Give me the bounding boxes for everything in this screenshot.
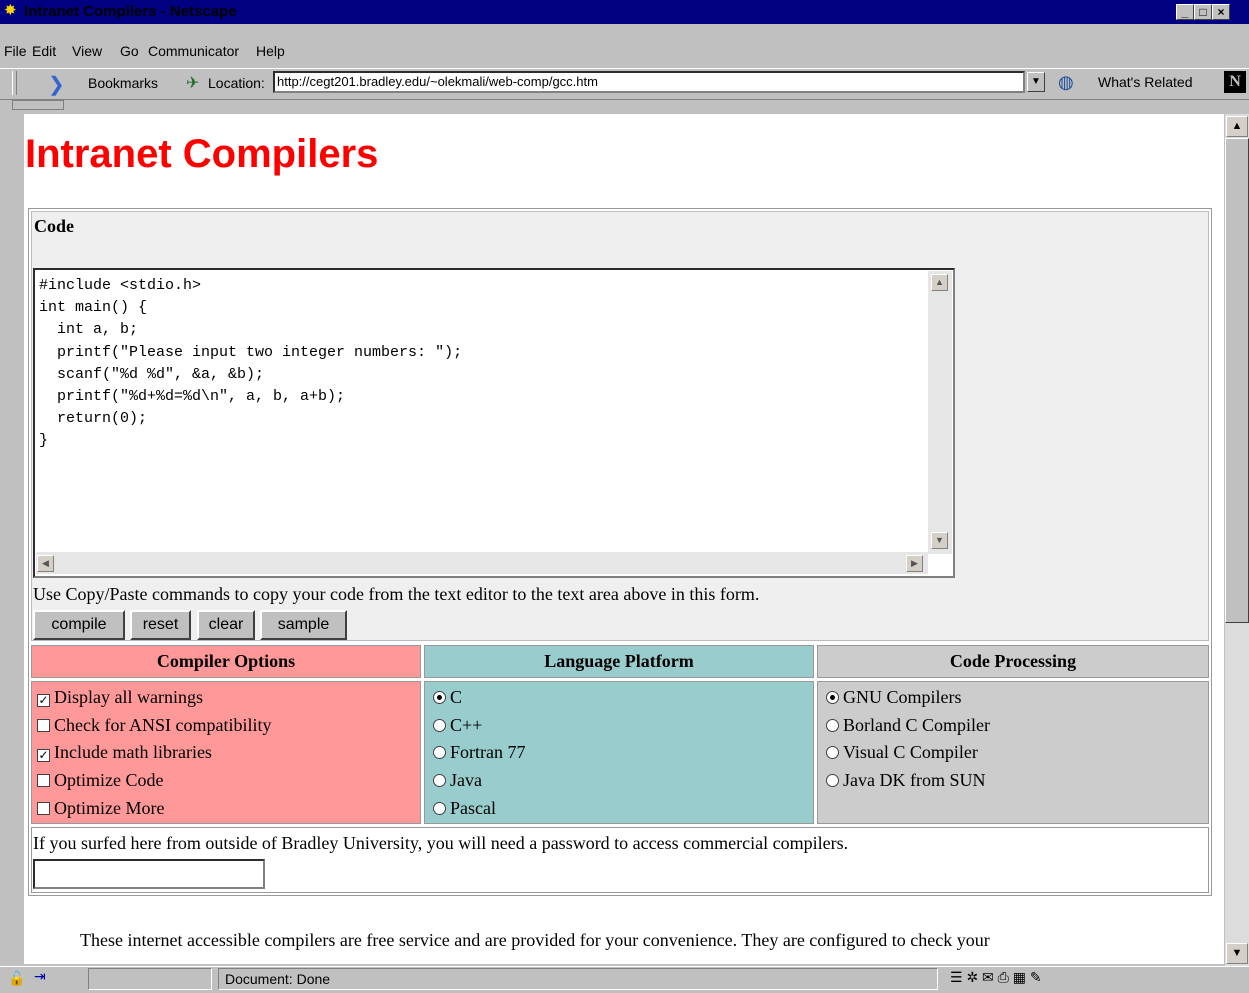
option-ansi-check[interactable]: Check for ANSI compatibility: [37, 715, 271, 735]
status-text: Document: Done: [218, 968, 938, 990]
taskbar-icons[interactable]: ☰ ✲ ✉ ⎙ ▦ ✎: [950, 969, 1042, 986]
connection-icon: ⇥: [34, 968, 46, 984]
bookmarks-button[interactable]: Bookmarks: [88, 75, 158, 91]
language-platform-header: Language Platform: [424, 645, 814, 678]
progress-bar: [88, 968, 212, 990]
checkbox-icon[interactable]: [37, 774, 50, 787]
security-lock-icon[interactable]: 🔓: [8, 970, 25, 987]
disclaimer-text: These internet accessible compilers are …: [80, 930, 990, 950]
scroll-down-icon[interactable]: ▼: [931, 532, 948, 549]
checkbox-checked-icon[interactable]: ✓: [37, 694, 50, 707]
language-c[interactable]: C: [433, 687, 462, 707]
option-label: Borland C Compiler: [843, 715, 990, 735]
option-label: Fortran 77: [450, 742, 526, 762]
radio-icon[interactable]: [433, 774, 446, 787]
option-optimize-more[interactable]: Optimize More: [37, 798, 164, 818]
language-cpp[interactable]: C++: [433, 715, 482, 735]
language-pascal[interactable]: Pascal: [433, 798, 496, 818]
collapsed-toolbar-tab[interactable]: [12, 100, 64, 110]
sample-button[interactable]: sample: [260, 610, 347, 640]
compiler-options-header: Compiler Options: [31, 645, 421, 678]
page-scroll-up-icon[interactable]: ▲: [1226, 116, 1248, 137]
page-scroll-thumb[interactable]: [1225, 138, 1249, 623]
reset-button[interactable]: reset: [130, 610, 191, 640]
checkbox-checked-icon[interactable]: ✓: [37, 749, 50, 762]
option-label: Check for ANSI compatibility: [54, 715, 272, 735]
code-processing-header: Code Processing: [817, 645, 1209, 678]
option-label: Visual C Compiler: [843, 742, 978, 762]
checkbox-icon[interactable]: [37, 802, 50, 815]
scroll-left-icon[interactable]: ◀: [37, 555, 54, 572]
radio-icon[interactable]: [433, 746, 446, 759]
radio-icon[interactable]: [433, 719, 446, 732]
password-input[interactable]: [33, 859, 265, 889]
code-help-text: Use Copy/Paste commands to copy your cod…: [33, 584, 760, 604]
code-horizontal-scrollbar[interactable]: [36, 552, 928, 574]
radio-selected-icon[interactable]: [826, 691, 839, 704]
bookmarks-icon[interactable]: ❯: [48, 72, 65, 97]
location-input[interactable]: http://cegt201.bradley.edu/~olekmali/web…: [273, 71, 1025, 93]
menu-go[interactable]: Go: [120, 43, 139, 59]
option-label: Java: [450, 770, 482, 790]
processor-borland[interactable]: Borland C Compiler: [826, 715, 990, 735]
password-note: If you surfed here from outside of Bradl…: [33, 833, 849, 853]
minimize-button[interactable]: _: [1176, 4, 1194, 20]
radio-selected-icon[interactable]: [433, 691, 446, 704]
option-optimize-code[interactable]: Optimize Code: [37, 770, 163, 790]
radio-icon[interactable]: [433, 802, 446, 815]
menu-view[interactable]: View: [72, 43, 102, 59]
page-scroll-down-icon[interactable]: ▼: [1226, 943, 1248, 964]
location-label: Location:: [208, 75, 265, 91]
language-fortran[interactable]: Fortran 77: [433, 742, 526, 762]
clear-button[interactable]: clear: [197, 610, 255, 640]
option-label: Display all warnings: [54, 687, 203, 707]
processor-gnu[interactable]: GNU Compilers: [826, 687, 962, 707]
radio-icon[interactable]: [826, 746, 839, 759]
menu-help[interactable]: Help: [256, 43, 285, 59]
toolbar-grip[interactable]: [12, 71, 17, 95]
menu-communicator[interactable]: Communicator: [148, 43, 239, 59]
whats-related-button[interactable]: What's Related: [1098, 74, 1193, 90]
location-dropdown-icon[interactable]: ▼: [1027, 72, 1045, 92]
option-label: C++: [450, 715, 483, 735]
option-label: Include math libraries: [54, 742, 212, 762]
option-label: Optimize More: [54, 798, 165, 818]
maximize-button[interactable]: □: [1194, 4, 1212, 20]
page-heading: Intranet Compilers: [25, 132, 379, 176]
location-icon: ✈: [186, 75, 200, 92]
code-label: Code: [34, 216, 74, 236]
option-label: Java DK from SUN: [843, 770, 986, 790]
option-math-libraries[interactable]: ✓ Include math libraries: [37, 742, 212, 762]
code-vertical-scrollbar[interactable]: [928, 271, 952, 554]
close-button[interactable]: ×: [1212, 4, 1230, 20]
menu-file[interactable]: File: [4, 43, 27, 59]
option-display-warnings[interactable]: ✓ Display all warnings: [37, 687, 203, 707]
netscape-star-icon: ✸: [4, 2, 17, 19]
radio-icon[interactable]: [826, 774, 839, 787]
processor-visual-c[interactable]: Visual C Compiler: [826, 742, 978, 762]
radio-icon[interactable]: [826, 719, 839, 732]
option-label: C: [450, 687, 463, 707]
netscape-logo[interactable]: N: [1224, 71, 1246, 93]
code-text: #include <stdio.h> int main() { int a, b…: [39, 277, 463, 450]
whats-related-icon[interactable]: ◍: [1058, 72, 1074, 93]
option-label: Optimize Code: [54, 770, 164, 790]
processor-java-dk[interactable]: Java DK from SUN: [826, 770, 985, 790]
option-label: GNU Compilers: [843, 687, 962, 707]
compile-button[interactable]: compile: [33, 610, 125, 640]
scroll-right-icon[interactable]: ▶: [906, 555, 923, 572]
menu-edit[interactable]: Edit: [32, 43, 56, 59]
window-title: Intranet Compilers - Netscape: [24, 3, 237, 20]
option-label: Pascal: [450, 798, 496, 818]
checkbox-icon[interactable]: [37, 719, 50, 732]
language-java[interactable]: Java: [433, 770, 482, 790]
scroll-up-icon[interactable]: ▲: [931, 274, 948, 291]
